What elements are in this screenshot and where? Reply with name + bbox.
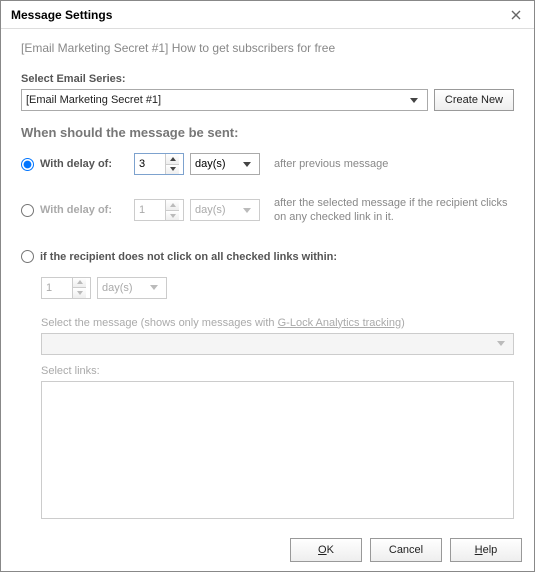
radio-delay-previous[interactable] [21,158,34,171]
delay-unit-select-3: day(s) [97,277,167,299]
schedule-heading: When should the message be sent: [21,125,514,140]
radio-delay-selected[interactable] [21,204,34,217]
chevron-down-icon [238,200,255,220]
delay-unit-select-2: day(s) [190,199,260,221]
spinner-buttons [165,154,179,174]
dialog-title: Message Settings [11,8,504,22]
close-button[interactable] [504,5,528,25]
select-links-label: Select links: [41,365,514,377]
delay-unit-value-1: day(s) [195,158,238,170]
spin-up-button[interactable] [166,154,179,165]
message-settings-dialog: Message Settings [Email Marketing Secret… [0,0,535,572]
option3-label: if the recipient does not click on all c… [40,251,337,263]
radio-no-click[interactable] [21,250,34,263]
select-message-label: Select the message (shows only messages … [41,317,514,329]
message-select [41,333,514,355]
spin-down-button [73,288,86,298]
titlebar: Message Settings [1,1,534,29]
delay-unit-select-1[interactable]: day(s) [190,153,260,175]
option-delay-previous: With delay of: day(s) after previous mes… [21,152,514,176]
email-series-select[interactable]: [Email Marketing Secret #1] [21,89,428,111]
ok-button[interactable]: OK [290,538,362,562]
option3-controls: day(s) [41,277,514,299]
delay-unit-value-3: day(s) [102,282,145,294]
delay-unit-value-2: day(s) [195,204,238,216]
option1-desc: after previous message [274,157,514,171]
spinner-buttons [72,278,86,298]
dialog-footer: OK Cancel Help [1,529,534,571]
option2-desc: after the selected message if the recipi… [274,196,514,225]
help-button[interactable]: Help [450,538,522,562]
close-icon [511,10,521,20]
spinner-buttons [165,200,179,220]
chevron-down-icon [238,154,255,174]
delay-value-input-2 [135,204,165,216]
option-delay-selected: With delay of: day(s) after the selected… [21,196,514,225]
delay-value-spinner-1[interactable] [134,153,184,175]
spin-down-button[interactable] [166,165,179,175]
dialog-content: [Email Marketing Secret #1] How to get s… [1,29,534,529]
glock-analytics-link[interactable]: G-Lock Analytics tracking [278,317,402,329]
create-new-button[interactable]: Create New [434,89,514,111]
option-no-click: if the recipient does not click on all c… [21,245,514,269]
option1-label: With delay of: [40,158,128,170]
series-label: Select Email Series: [21,73,514,85]
chevron-down-icon [145,278,162,298]
series-row: [Email Marketing Secret #1] Create New [21,89,514,111]
chevron-down-icon [406,90,423,110]
delay-value-input-3 [42,282,72,294]
message-subtitle: [Email Marketing Secret #1] How to get s… [21,41,514,55]
cancel-button[interactable]: Cancel [370,538,442,562]
delay-value-spinner-3 [41,277,91,299]
spin-down-button [166,211,179,221]
option3-block: day(s) Select the message (shows only me… [21,277,514,519]
spin-up-button [73,278,86,289]
links-listbox [41,381,514,519]
chevron-down-icon [492,334,509,354]
delay-value-spinner-2 [134,199,184,221]
email-series-value: [Email Marketing Secret #1] [26,94,406,106]
option2-label: With delay of: [40,204,128,216]
spin-up-button [166,200,179,211]
delay-value-input-1[interactable] [135,158,165,170]
